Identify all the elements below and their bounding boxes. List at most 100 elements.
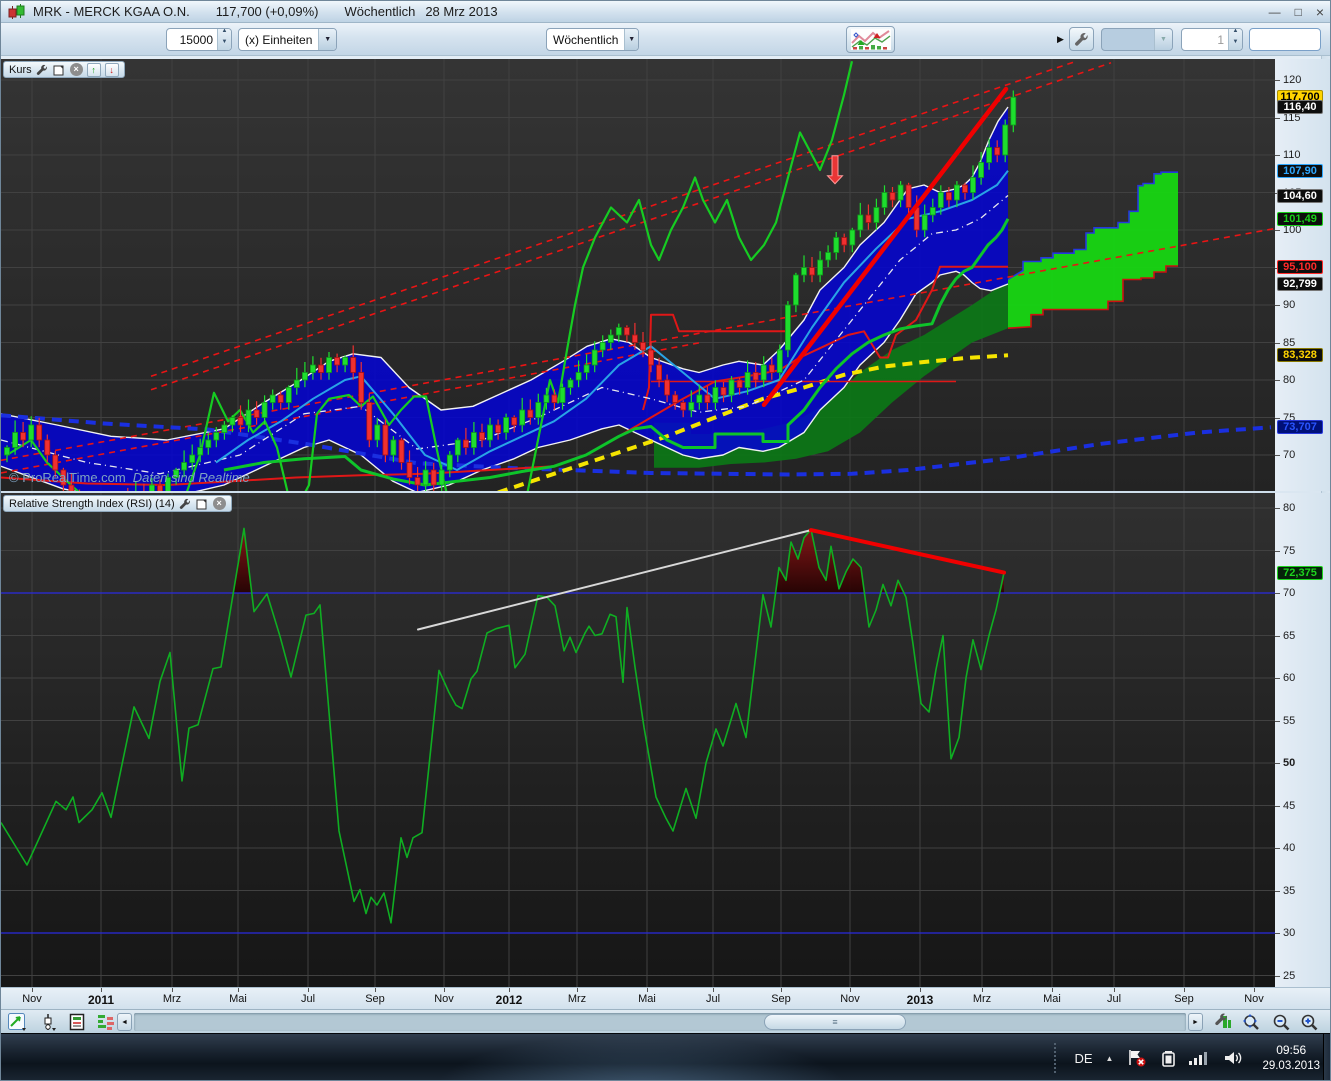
search-field-empty[interactable]: [1249, 28, 1321, 51]
rsi-tick-label: 70: [1275, 587, 1295, 599]
clock-time: 09:56: [1276, 1043, 1306, 1057]
candle-up: [343, 358, 348, 366]
candle-down: [45, 440, 50, 455]
time-tick: [577, 988, 578, 992]
time-tick-label: Mai: [229, 993, 247, 1005]
candle-down: [552, 395, 557, 403]
price-chart-canvas[interactable]: [1, 59, 1275, 491]
price-marker-tool-icon[interactable]: [39, 1012, 59, 1032]
price-move-up-icon[interactable]: ↑: [87, 63, 101, 77]
timeframe-value: Wöchentlich: [547, 33, 624, 47]
show-desktop-button[interactable]: [1323, 1034, 1331, 1081]
time-tick-label: Mrz: [568, 993, 586, 1005]
network-signal-icon[interactable]: [1188, 1048, 1210, 1068]
right-panel-expand-icon[interactable]: ▶: [1057, 34, 1064, 45]
rsi-tick-label: 45: [1275, 800, 1295, 812]
price-settings-wrench-icon[interactable]: [36, 63, 49, 76]
price-panel[interactable]: [1, 59, 1275, 491]
time-tick: [375, 988, 376, 992]
rsi-close-icon[interactable]: ×: [213, 497, 226, 510]
bottom-toolbar: ◄ ≡ ►: [1, 1009, 1331, 1033]
order-book-icon[interactable]: [96, 1012, 116, 1032]
time-scrollbar-thumb[interactable]: ≡: [764, 1014, 906, 1030]
draw-tools-icon[interactable]: [7, 1012, 27, 1032]
price-badge: 83,328: [1277, 348, 1323, 362]
candle-up: [455, 440, 460, 455]
rsi-chart-canvas[interactable]: [1, 493, 1275, 987]
rsi-axis[interactable]: 80757065605550454035302572,375: [1275, 493, 1331, 987]
close-button[interactable]: ×: [1316, 1, 1324, 23]
units-count-spinner[interactable]: ▲▼: [217, 29, 231, 50]
minimize-button[interactable]: —: [1269, 1, 1281, 23]
maximize-button[interactable]: □: [1295, 1, 1302, 23]
right-spinner-arrows[interactable]: ▲▼: [1228, 29, 1242, 50]
units-count-field[interactable]: 15000 ▲▼: [166, 28, 232, 51]
time-tick: [647, 988, 648, 992]
clock-date: 29.03.2013: [1262, 1060, 1320, 1072]
time-tick-label: 2012: [496, 993, 523, 1007]
candle-down: [753, 373, 758, 381]
price-move-down-icon[interactable]: ↓: [105, 63, 119, 77]
rsi-detach-icon[interactable]: [196, 497, 209, 510]
time-scrollbar[interactable]: ≡: [134, 1013, 1186, 1031]
zoom-fit-icon[interactable]: [1241, 1012, 1261, 1032]
language-indicator[interactable]: DE: [1074, 1051, 1092, 1066]
time-tick: [781, 988, 782, 992]
chart-type-button[interactable]: [846, 26, 895, 53]
indicator-dropdown-icon[interactable]: ▼: [1154, 29, 1172, 50]
units-count-value[interactable]: 15000: [167, 33, 217, 47]
candle-up: [488, 425, 493, 440]
app-candles-icon: [7, 4, 27, 20]
price-axis[interactable]: 120115110105100959085807570117,700116,40…: [1275, 59, 1331, 491]
windows-taskbar[interactable]: DE ▲ 09:56 29.03.2013: [1, 1033, 1331, 1081]
candle-up: [198, 448, 203, 456]
scroll-left-button[interactable]: ◄: [117, 1013, 132, 1031]
candle-up: [592, 350, 597, 365]
candle-up: [922, 215, 927, 230]
candle-down: [866, 215, 871, 223]
price-badge: 95,100: [1277, 260, 1323, 274]
main-toolbar: 15000 ▲▼ (x) Einheiten ▼ Wöchentlich ▼ ▶: [1, 23, 1331, 56]
chart-settings-icon[interactable]: [1213, 1012, 1233, 1032]
units-mode-dropdown-icon[interactable]: ▼: [318, 29, 336, 50]
candle-up: [858, 215, 863, 230]
tray-expand-icon[interactable]: ▲: [1106, 1054, 1114, 1063]
price-detach-icon[interactable]: [53, 63, 66, 76]
candle-down: [721, 388, 726, 396]
candle-up: [447, 455, 452, 470]
rsi-settings-wrench-icon[interactable]: [179, 497, 192, 510]
price-tick-label: 110: [1275, 149, 1301, 161]
time-axis[interactable]: Nov2011MrzMaiJulSepNov2012MrzMaiJulSepNo…: [1, 987, 1331, 1009]
indicator-settings-button[interactable]: [1069, 27, 1094, 51]
right-spinner-field[interactable]: 1 ▲▼: [1181, 28, 1243, 51]
candle-down: [705, 395, 710, 403]
price-badge: 107,90: [1277, 164, 1323, 178]
volume-icon[interactable]: [1223, 1048, 1243, 1068]
timeframe-dropdown-icon[interactable]: ▼: [624, 29, 638, 50]
candle-down: [383, 425, 388, 455]
news-icon[interactable]: [67, 1012, 87, 1032]
candle-down: [641, 343, 646, 351]
right-spinner-value[interactable]: 1: [1182, 33, 1228, 47]
candle-up: [214, 433, 219, 441]
zoom-in-icon[interactable]: [1299, 1012, 1319, 1032]
candle-down: [528, 410, 533, 418]
rsi-tick-label: 30: [1275, 927, 1295, 939]
scroll-right-button[interactable]: ►: [1188, 1013, 1203, 1031]
units-mode-value: (x) Einheiten: [239, 33, 318, 47]
price-close-icon[interactable]: ×: [70, 63, 83, 76]
taskbar-clock[interactable]: 09:56 29.03.2013: [1262, 1043, 1320, 1074]
candle-up: [302, 373, 307, 381]
rsi-panel[interactable]: [1, 493, 1275, 987]
time-tick: [982, 988, 983, 992]
timeframe-select[interactable]: Wöchentlich ▼: [546, 28, 639, 51]
price-tick-label: 70: [1275, 449, 1295, 461]
candle-down: [431, 470, 436, 485]
zoom-out-icon[interactable]: [1271, 1012, 1291, 1032]
units-mode-select[interactable]: (x) Einheiten ▼: [238, 28, 337, 51]
indicator-select-empty[interactable]: ▼: [1101, 28, 1173, 51]
candle-down: [842, 238, 847, 246]
price-tick-label: 90: [1275, 299, 1295, 311]
battery-icon[interactable]: [1161, 1048, 1175, 1068]
action-center-flag-icon[interactable]: [1126, 1048, 1148, 1068]
